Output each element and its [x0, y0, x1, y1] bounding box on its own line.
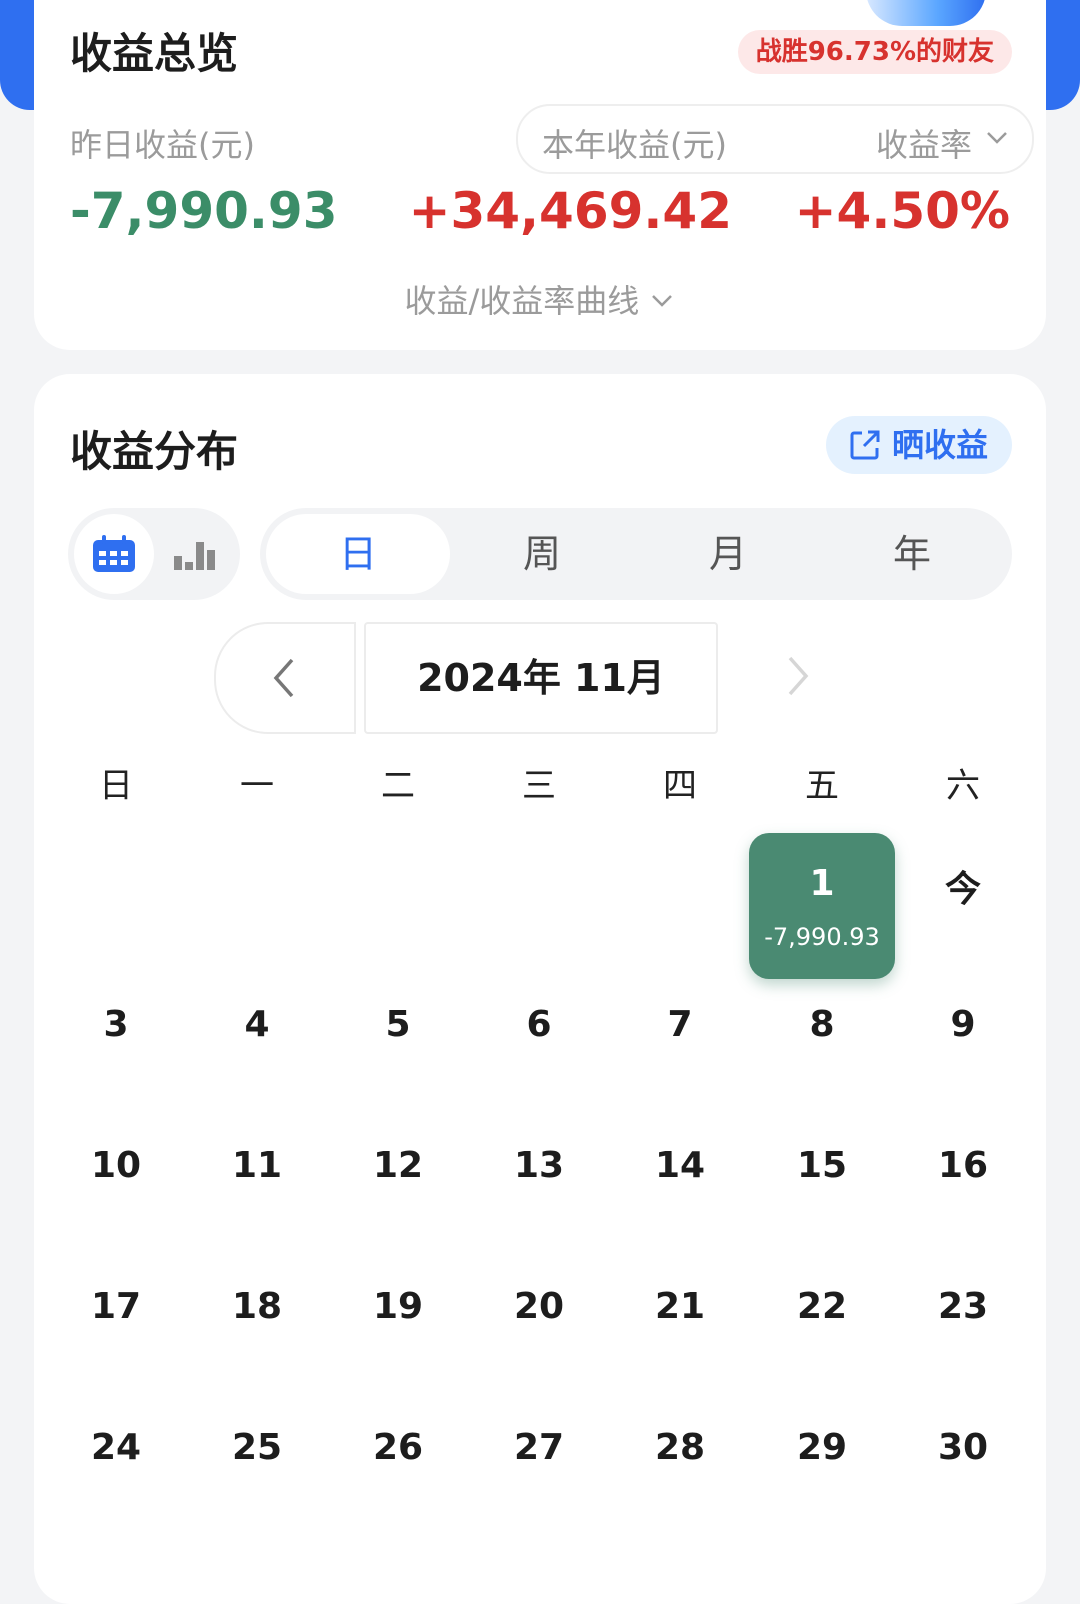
- calendar-day[interactable]: 11: [217, 1145, 297, 1186]
- curve-toggle[interactable]: 收益/收益率曲线: [34, 276, 1046, 322]
- prev-month-button[interactable]: [214, 622, 356, 734]
- share-earnings-button[interactable]: 晒收益: [825, 416, 1012, 474]
- weekday-sat: 六: [946, 766, 980, 806]
- selected-day-number: 1: [809, 863, 835, 904]
- weekday-thu: 四: [663, 766, 697, 806]
- calendar-day[interactable]: 18: [217, 1286, 297, 1327]
- calendar-day[interactable]: 25: [217, 1427, 297, 1468]
- rank-badge[interactable]: 战胜96.73%的财友: [737, 30, 1012, 74]
- calendar-day[interactable]: 15: [782, 1145, 862, 1186]
- calendar-day[interactable]: 20: [499, 1286, 579, 1327]
- month-label[interactable]: 2024年 11月: [364, 622, 718, 734]
- calendar-day[interactable]: 3: [76, 1004, 156, 1045]
- calendar-day-selected[interactable]: 1 -7,990.93: [749, 833, 895, 979]
- calendar-day[interactable]: 10: [76, 1145, 156, 1186]
- calendar-view-button[interactable]: [74, 514, 154, 594]
- calendar-day-today[interactable]: 今: [923, 860, 1003, 912]
- bar-chart-view-button[interactable]: [172, 536, 218, 576]
- earnings-overview-card: 收益总览 战胜96.73%的财友 昨日收益(元) -7,990.93 本年收益(…: [34, 0, 1046, 350]
- calendar-day[interactable]: 21: [640, 1286, 720, 1327]
- calendar-icon: [93, 535, 135, 572]
- rate-value: +4.50%: [794, 182, 1010, 240]
- selected-day-amount: -7,990.93: [764, 923, 880, 951]
- year-earnings-label: 本年收益(元): [542, 126, 727, 164]
- tab-month[interactable]: 月: [636, 514, 820, 594]
- calendar-day[interactable]: 6: [499, 1004, 579, 1045]
- weekday-sun: 日: [99, 766, 133, 806]
- calendar-day[interactable]: 17: [76, 1286, 156, 1327]
- bar-chart-icon: [174, 542, 215, 570]
- chevron-right-icon: [788, 656, 809, 696]
- earnings-distribution-card: 收益分布 晒收益 日 周 月 年 2024年 11月 日 一 二 三 四 五 六…: [34, 374, 1046, 1604]
- mascot-illustration: [866, 0, 986, 26]
- calendar-day[interactable]: 26: [358, 1427, 438, 1468]
- period-tabs: 日 周 月 年: [260, 508, 1012, 600]
- share-earnings-label: 晒收益: [891, 426, 988, 464]
- calendar-day[interactable]: 9: [923, 1004, 1003, 1045]
- tab-year[interactable]: 年: [820, 514, 1004, 594]
- tab-day[interactable]: 日: [266, 514, 450, 594]
- yesterday-earnings-label: 昨日收益(元): [70, 126, 255, 164]
- calendar-day[interactable]: 28: [640, 1427, 720, 1468]
- calendar-day[interactable]: 27: [499, 1427, 579, 1468]
- chevron-down-icon[interactable]: [984, 124, 1010, 157]
- calendar-day[interactable]: 22: [782, 1286, 862, 1327]
- weekday-tue: 二: [381, 766, 415, 806]
- calendar-day[interactable]: 16: [923, 1145, 1003, 1186]
- view-toggle: [68, 508, 240, 600]
- calendar-day[interactable]: 14: [640, 1145, 720, 1186]
- tab-week[interactable]: 周: [450, 514, 634, 594]
- weekday-wed: 三: [522, 766, 556, 806]
- yesterday-earnings-value: -7,990.93: [70, 182, 338, 240]
- calendar-day[interactable]: 19: [358, 1286, 438, 1327]
- calendar-day[interactable]: 23: [923, 1286, 1003, 1327]
- calendar-day[interactable]: 4: [217, 1004, 297, 1045]
- weekday-fri: 五: [805, 766, 839, 806]
- rate-label[interactable]: 收益率: [876, 120, 972, 166]
- calendar-day[interactable]: 13: [499, 1145, 579, 1186]
- chevron-down-icon: [652, 295, 673, 307]
- calendar-day[interactable]: 30: [923, 1427, 1003, 1468]
- calendar-day[interactable]: 29: [782, 1427, 862, 1468]
- calendar-day[interactable]: 7: [640, 1004, 720, 1045]
- curve-toggle-label: 收益/收益率曲线: [404, 282, 640, 320]
- distribution-title: 收益分布: [70, 427, 239, 476]
- calendar-day[interactable]: 24: [76, 1427, 156, 1468]
- chevron-left-icon: [273, 658, 294, 698]
- share-icon: [850, 430, 880, 460]
- calendar-day[interactable]: 5: [358, 1004, 438, 1045]
- calendar-day[interactable]: 8: [782, 1004, 862, 1045]
- next-month-button[interactable]: [742, 622, 852, 730]
- overview-title: 收益总览: [70, 29, 239, 78]
- weekday-mon: 一: [240, 766, 274, 806]
- calendar-day[interactable]: 12: [358, 1145, 438, 1186]
- year-earnings-value: +34,469.42: [408, 182, 732, 240]
